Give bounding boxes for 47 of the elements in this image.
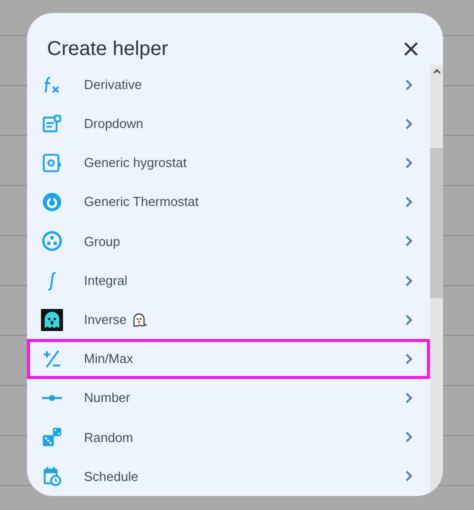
item-label: Number: [84, 389, 130, 408]
item-label: Min/Max: [84, 350, 134, 368]
item-label: Group: [84, 232, 120, 251]
helper-list-item[interactable]: Number: [27, 378, 430, 418]
dial-icon: [41, 191, 63, 214]
chevron-right-icon: [405, 118, 413, 130]
close-icon: [403, 41, 419, 57]
chevron-right-icon: [405, 78, 413, 91]
chevron-right-icon: [405, 392, 413, 404]
item-label: Random: [84, 428, 134, 447]
chevron-right-icon: [405, 235, 413, 248]
group-icon: [41, 230, 63, 252]
helper-list-item[interactable]: Inverse: [27, 300, 430, 340]
item-label: Generic Thermostat: [84, 193, 199, 212]
plus-minus-icon: [41, 348, 63, 370]
item-label: Generic hygrostat: [84, 154, 187, 172]
device-icon: [41, 152, 63, 174]
item-label: Integral: [84, 272, 128, 290]
chevron-right-icon: [405, 196, 413, 208]
helper-list-item[interactable]: Dropdown: [27, 104, 430, 144]
helper-list-item[interactable]: Min/Max: [27, 339, 430, 378]
chevron-right-icon: [405, 470, 413, 482]
item-label: Dropdown: [84, 115, 144, 134]
dialog-title: Create helper: [47, 37, 168, 62]
helper-list-item[interactable]: Group: [27, 222, 430, 261]
chevron-right-icon: [405, 431, 413, 444]
ghost-icon: [130, 312, 147, 328]
chevron-up-icon[interactable]: [432, 68, 440, 74]
helper-list-item[interactable]: Derivative: [27, 65, 430, 104]
helper-list-item[interactable]: Integral: [27, 260, 430, 300]
chevron-right-icon: [405, 156, 413, 169]
scrollbar-thumb[interactable]: [430, 148, 443, 298]
item-label: Schedule: [84, 468, 138, 486]
ghost-icon: [41, 308, 63, 331]
helper-list-item[interactable]: Schedule: [27, 456, 430, 496]
helper-list-item[interactable]: Random: [27, 418, 430, 457]
item-label: Inverse: [84, 310, 127, 329]
item-label: Derivative: [84, 76, 142, 94]
chevron-right-icon: [405, 352, 413, 365]
chevron-right-icon: [405, 314, 413, 326]
calendar-clock-icon: [41, 465, 63, 488]
slider-icon: [41, 395, 63, 402]
helper-list-item[interactable]: Generic Thermostat: [27, 182, 430, 222]
form-icon: [41, 112, 63, 135]
dice-icon: [41, 426, 63, 448]
chevron-right-icon: [405, 274, 413, 287]
helper-list-item[interactable]: Generic hygrostat: [27, 143, 430, 183]
